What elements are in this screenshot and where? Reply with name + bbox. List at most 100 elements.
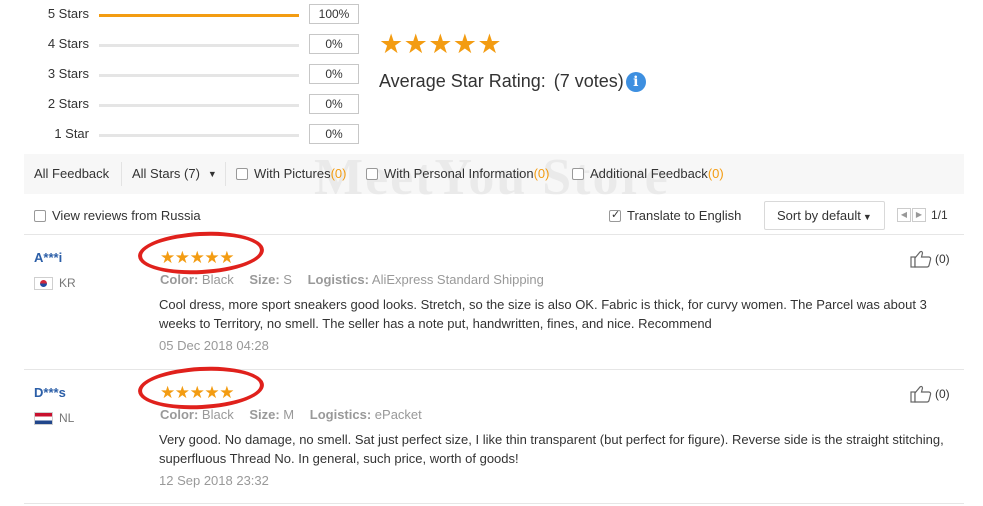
histogram-label: 1 Star [54,126,89,141]
histogram-fill [99,14,299,17]
histogram-row: 2 Stars 0% [0,94,370,114]
flag-kr-icon [34,276,53,290]
translate-option[interactable]: Translate to English [609,208,741,223]
chevron-down-icon: ▼ [862,212,872,222]
pagination: ◀ ▶ 1/1 [897,208,948,222]
divider [225,162,226,186]
histogram-label: 3 Stars [47,66,89,81]
color-key: Color: [160,407,199,422]
divider [24,503,964,504]
divider [24,234,964,235]
review-date: 12 Sep 2018 23:32 [159,473,269,488]
reviewer-name: D***s [34,385,66,400]
filter-with-pictures[interactable]: With Pictures (0) [236,166,346,181]
histogram-row: 1 Star 0% [0,124,370,144]
star-icon: ★ [219,383,235,402]
reviewer-country: NL [34,411,74,425]
size-value: S [283,272,292,287]
view-russia-checkbox[interactable] [34,209,46,222]
reviewer-name: A***i [34,250,63,265]
divider [24,369,964,370]
with-pictures-label: With Pictures [254,166,331,181]
histogram-bar [99,44,299,47]
star-icon: ★ [174,248,191,267]
star-icon: ★ [160,383,176,402]
logistics-key: Logistics: [307,272,369,287]
star-icon: ★ [403,29,428,59]
star-icon: ★ [189,383,205,402]
feedback-filter-bar: MeetYou Store All Feedback All Stars (7)… [24,149,964,206]
vote-count: (7 votes) [553,71,624,91]
average-stars: ★ ★ ★ ★ ★ [379,31,502,58]
view-russia-option[interactable]: View reviews from Russia [34,208,201,223]
histogram-bar [99,14,299,17]
star-icon: ★ [204,248,220,267]
star-icon: ★ [428,29,453,59]
flag-nl-icon [34,411,53,425]
review-stars: ★ ★ ★ ★ ★ [160,384,234,401]
histogram-percent: 0% [309,64,359,84]
histogram-label: 4 Stars [47,36,89,51]
histogram-bar [99,104,299,107]
review-stars: ★ ★ ★ ★ ★ [160,249,234,266]
histogram-row: 4 Stars 0% [0,34,370,54]
histogram-percent: 100% [309,4,359,24]
additional-label: Additional Feedback [590,166,708,181]
sort-select[interactable]: Sort by default ▼ [764,201,885,230]
helpful-count: (0) [935,252,950,266]
filter-all-stars[interactable]: All Stars (7) ▼ [132,166,217,181]
review-text: Cool dress, more sport sneakers good loo… [159,297,927,331]
average-rating: Average Star Rating: (7 votes) i [379,71,646,92]
next-page-icon[interactable]: ▶ [912,208,926,222]
filter-all-feedback[interactable]: All Feedback [34,166,109,181]
logistics-key: Logistics: [309,407,372,422]
country-code: NL [59,411,75,425]
prev-page-icon[interactable]: ◀ [897,208,911,222]
page-indicator: 1/1 [931,208,948,222]
star-icon: ★ [189,248,205,267]
star-icon: ★ [160,248,176,267]
view-russia-label: View reviews from Russia [52,208,201,223]
star-icon: ★ [219,248,235,267]
logistics-value: AliExpress Standard Shipping [371,272,544,287]
size-value: M [283,407,295,422]
star-icon: ★ [174,383,191,402]
histogram-percent: 0% [309,34,359,54]
with-personal-checkbox[interactable] [366,167,378,180]
review-text: Very good. No damage, no smell. Sat just… [159,432,944,466]
helpful-button[interactable]: (0) [910,385,950,403]
color-value: Black [201,272,234,287]
with-personal-label: With Personal Information [384,166,534,181]
review-meta: Color: Black Size: S Logistics: AliExpre… [160,272,556,287]
star-icon: ★ [379,29,404,59]
review-meta: Color: Black Size: M Logistics: ePacket [160,407,434,422]
with-pictures-checkbox[interactable] [236,167,248,180]
histogram-bar [99,74,299,77]
color-value: Black [201,407,234,422]
size-key: Size: [249,407,280,422]
histogram-percent: 0% [309,94,359,114]
histogram-label: 2 Stars [47,96,89,111]
with-pictures-count: (0) [330,166,347,181]
reviewer-country: KR [34,276,76,290]
country-code: KR [59,276,76,290]
histogram-row: 3 Stars 0% [0,64,370,84]
helpful-count: (0) [935,387,950,401]
translate-checkbox[interactable] [609,208,621,222]
color-key: Color: [160,272,199,287]
size-key: Size: [249,272,280,287]
histogram-bar [99,134,299,137]
sort-label: Sort by default [777,208,861,223]
additional-count: (0) [707,166,724,181]
histogram-percent: 0% [309,124,359,144]
thumbs-up-icon [910,250,932,268]
star-icon: ★ [452,29,477,59]
info-icon[interactable]: i [625,71,646,92]
review-date: 05 Dec 2018 04:28 [159,338,269,353]
filter-additional[interactable]: Additional Feedback (0) [572,166,724,181]
star-icon: ★ [477,29,502,59]
divider [121,162,122,186]
filter-with-personal[interactable]: With Personal Information (0) [366,166,549,181]
additional-checkbox[interactable] [572,167,584,180]
helpful-button[interactable]: (0) [910,250,950,268]
